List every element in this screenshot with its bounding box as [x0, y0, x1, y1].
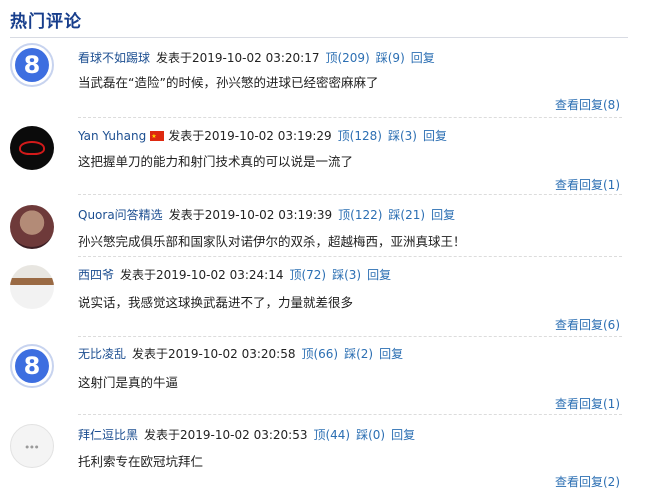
- comment-divider: [78, 194, 622, 195]
- posted-time: 发表于2019-10-02 03:24:14: [120, 268, 284, 282]
- rog-logo-avatar[interactable]: [10, 126, 54, 170]
- username-link[interactable]: 看球不如踢球: [78, 51, 150, 65]
- view-replies-link[interactable]: 查看回复(1): [555, 395, 620, 412]
- comment-item: Quora问答精选 发表于2019-10-02 03:19:39 顶(122) 踩(2…: [10, 204, 622, 257]
- comment-divider: [78, 336, 622, 337]
- reply-button[interactable]: 回复: [391, 428, 415, 442]
- view-replies-link[interactable]: 查看回复(2): [555, 473, 620, 490]
- comment-divider: [78, 414, 622, 415]
- upvote-button[interactable]: 顶(72): [289, 268, 326, 282]
- view-replies-link[interactable]: 查看回复(8): [555, 96, 620, 113]
- comment-item: Yan Yuhang 发表于2019-10-02 03:19:29 顶(128) 踩(…: [10, 124, 622, 195]
- blue-eight-avatar[interactable]: 8: [10, 344, 54, 388]
- upvote-button[interactable]: 顶(122): [338, 208, 382, 222]
- downvote-button[interactable]: 踩(2): [344, 347, 373, 361]
- downvote-button[interactable]: 踩(3): [332, 268, 361, 282]
- username-link[interactable]: Yan Yuhang: [78, 129, 146, 143]
- china-flag-icon: [150, 128, 165, 146]
- upvote-button[interactable]: 顶(44): [313, 428, 350, 442]
- comment-text: 孙兴慜完成俱乐部和国家队对诺伊尔的双杀，超越梅西，亚洲真球王！: [78, 234, 466, 249]
- downvote-button[interactable]: 踩(21): [388, 208, 425, 222]
- view-replies-link[interactable]: 查看回复(6): [555, 316, 620, 333]
- comment-item: 8 无比凌乱 发表于2019-10-02 03:20:58 顶(66) 踩(2) 回复 …: [10, 343, 622, 415]
- username-link[interactable]: 无比凌乱: [78, 347, 126, 361]
- comment-divider: [78, 117, 622, 118]
- upvote-button[interactable]: 顶(209): [325, 51, 369, 65]
- bayern-avatar[interactable]: ● ● ●: [10, 424, 54, 468]
- username-link[interactable]: Quora问答精选: [78, 208, 163, 222]
- reply-button[interactable]: 回复: [431, 208, 455, 222]
- comment-item: 8 看球不如踢球 发表于2019-10-02 03:20:17 顶(209) 踩(9)…: [10, 43, 622, 118]
- comment-text: 当武磊在“造险”的时候，孙兴慜的进球已经密密麻麻了: [78, 75, 379, 90]
- posted-time: 发表于2019-10-02 03:19:29: [168, 129, 332, 143]
- comment-text: 说实话，我感觉这球换武磊进不了，力量就差很多: [78, 295, 354, 310]
- comment-text: 这射门是真的牛逼: [78, 375, 179, 390]
- reply-button[interactable]: 回复: [379, 347, 403, 361]
- posted-time: 发表于2019-10-02 03:20:17: [156, 51, 320, 65]
- comment-divider: [78, 256, 622, 257]
- comment-text: 这把握单刀的能力和射门技术真的可以说是一流了: [78, 154, 354, 169]
- downvote-button[interactable]: 踩(3): [388, 129, 417, 143]
- posted-time: 发表于2019-10-02 03:20:53: [144, 428, 308, 442]
- blue-eight-avatar[interactable]: 8: [10, 43, 54, 87]
- comment-item: ● ● ● 拜仁逗比黑 发表于2019-10-02 03:20:53 顶(44) 踩(…: [10, 423, 622, 489]
- posted-time: 发表于2019-10-02 03:20:58: [132, 347, 296, 361]
- reply-button[interactable]: 回复: [423, 129, 447, 143]
- person-avatar[interactable]: [10, 265, 54, 309]
- username-link[interactable]: 西四爷: [78, 268, 114, 282]
- reply-button[interactable]: 回复: [367, 268, 391, 282]
- comment-item: 西四爷 发表于2019-10-02 03:24:14 顶(72) 踩(3) 回复 说实话…: [10, 264, 622, 337]
- comment-text: 托利索专在欧冠坑拜仁: [78, 454, 204, 469]
- hot-comments-header: 热门评论: [10, 11, 628, 38]
- username-link[interactable]: 拜仁逗比黑: [78, 428, 138, 442]
- posted-time: 发表于2019-10-02 03:19:39: [168, 208, 333, 222]
- upvote-button[interactable]: 顶(128): [338, 129, 382, 143]
- downvote-button[interactable]: 踩(9): [376, 51, 405, 65]
- reply-button[interactable]: 回复: [411, 51, 435, 65]
- upvote-button[interactable]: 顶(66): [301, 347, 338, 361]
- section-title: 热门评论: [10, 12, 82, 32]
- downvote-button[interactable]: 踩(0): [356, 428, 385, 442]
- view-replies-link[interactable]: 查看回复(1): [555, 176, 620, 193]
- quora-avatar[interactable]: [10, 205, 54, 249]
